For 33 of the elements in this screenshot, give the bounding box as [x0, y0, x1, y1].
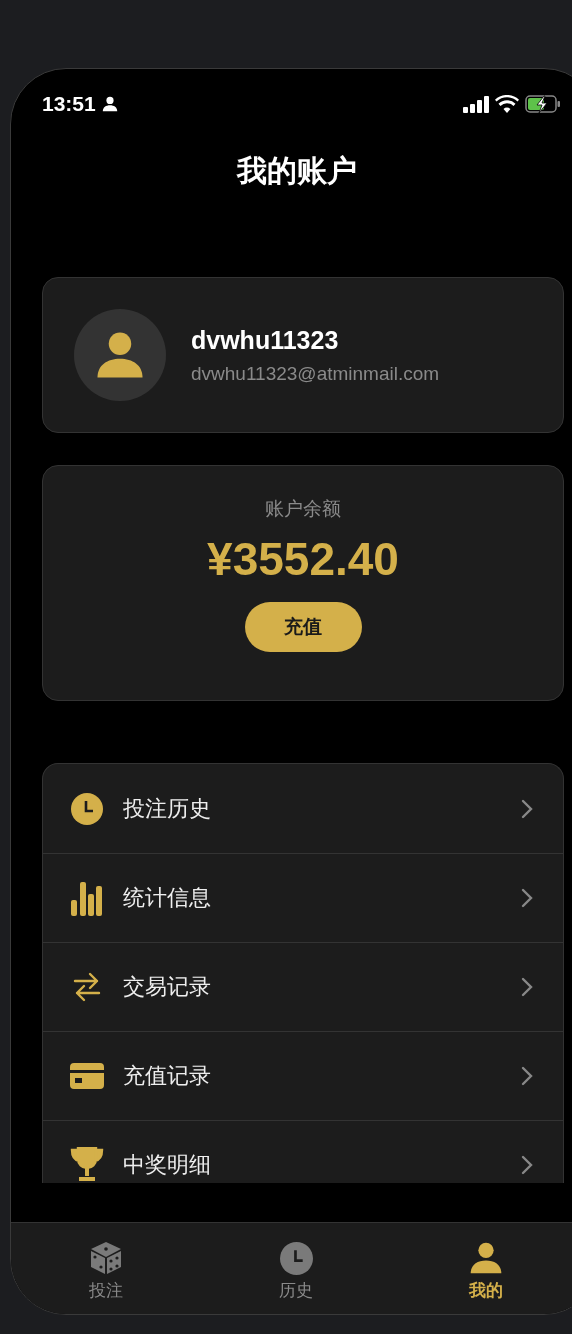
chevron-right-icon	[521, 1155, 533, 1175]
tab[interactable]: 历史	[201, 1223, 391, 1314]
credit-card-icon	[70, 1063, 104, 1089]
status-time: 13:51	[42, 92, 96, 116]
battery-charging-icon	[525, 95, 561, 113]
chevron-right-icon	[521, 1066, 533, 1086]
bar-chart-icon	[71, 880, 103, 916]
username: dvwhu11323	[191, 325, 340, 355]
wifi-icon	[495, 95, 519, 113]
email: dvwhu11323@atminmail.com	[191, 362, 440, 385]
trophy-icon	[70, 1147, 104, 1183]
menu-item[interactable]: 充值记录	[43, 1031, 563, 1120]
balance-label: 账户余额	[265, 496, 341, 521]
person-icon	[95, 330, 145, 380]
menu-item[interactable]: 中奖明细	[43, 1120, 563, 1183]
recharge-button[interactable]: 充值	[244, 602, 362, 652]
swap-arrows-icon	[73, 971, 101, 1003]
person-icon	[469, 1241, 503, 1275]
balance-amount: ¥3552.40	[207, 532, 399, 586]
person-icon	[101, 96, 118, 112]
tab[interactable]: 我的	[391, 1223, 572, 1314]
tab[interactable]: 投注	[11, 1223, 201, 1314]
chevron-right-icon	[521, 888, 533, 908]
page-title: 我的账户	[235, 152, 358, 190]
chevron-right-icon	[521, 977, 533, 997]
signal-icon	[463, 95, 489, 113]
clock-icon	[71, 792, 103, 825]
menu-item[interactable]: 统计信息	[43, 853, 563, 942]
menu-item[interactable]: 投注历史	[43, 764, 563, 853]
chevron-right-icon	[521, 798, 533, 819]
menu-item[interactable]: 交易记录	[43, 942, 563, 1031]
dice-icon	[89, 1241, 123, 1275]
clock-icon	[279, 1241, 313, 1275]
